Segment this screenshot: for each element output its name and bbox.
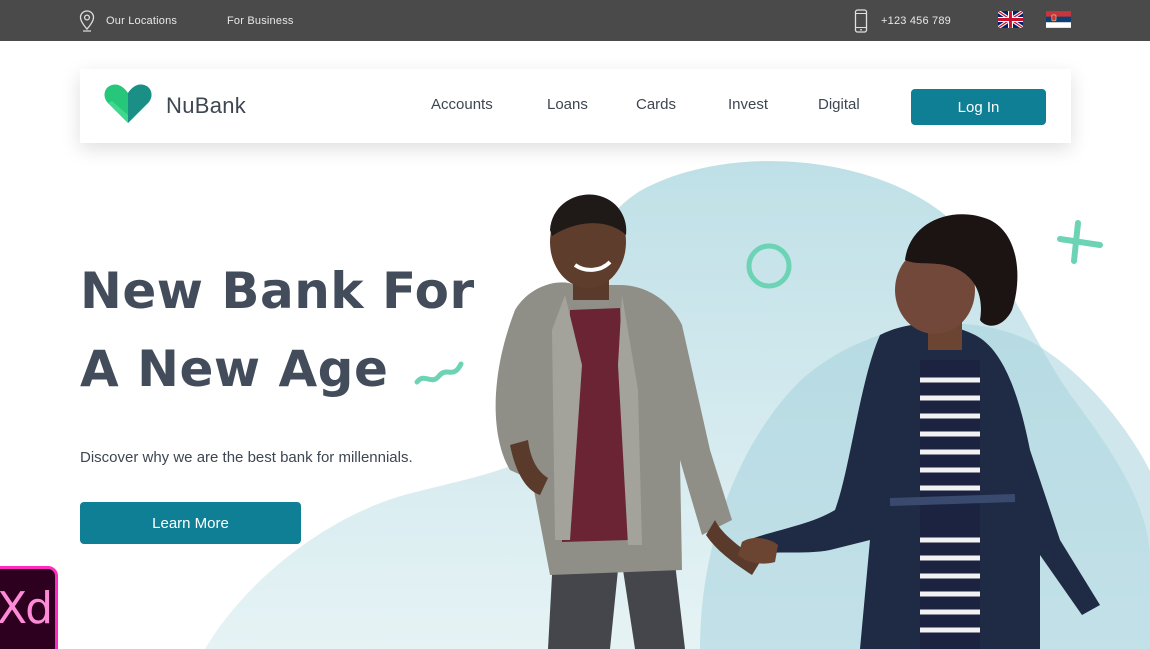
- nav-link-digital[interactable]: Digital: [818, 96, 860, 113]
- main-navbar: NuBank Accounts Loans Cards Invest Digit…: [80, 69, 1071, 143]
- login-button[interactable]: Log In: [911, 89, 1046, 125]
- nav-link-cards[interactable]: Cards: [636, 96, 676, 113]
- phone-contact[interactable]: +123 456 789: [854, 0, 951, 41]
- squiggle-decoration-icon: [414, 361, 464, 385]
- hero-subtitle: Discover why we are the best bank for mi…: [80, 449, 413, 466]
- business-label: For Business: [227, 14, 294, 27]
- locations-label: Our Locations: [106, 14, 178, 27]
- brand-logo-link[interactable]: NuBank: [102, 83, 246, 129]
- location-pin-icon: [79, 9, 95, 32]
- business-link[interactable]: For Business: [227, 0, 294, 41]
- nav-link-accounts[interactable]: Accounts: [431, 96, 493, 113]
- brand-name: NuBank: [166, 93, 247, 118]
- phone-number: +123 456 789: [881, 14, 951, 27]
- top-utility-bar: Our Locations For Business +123 456 789: [0, 0, 1150, 41]
- xd-badge-text: Xd: [0, 583, 53, 634]
- nav-link-loans[interactable]: Loans: [547, 96, 588, 113]
- locations-link[interactable]: Our Locations: [79, 0, 177, 41]
- circle-decoration-icon: [746, 243, 792, 289]
- plus-decoration-icon: [1057, 220, 1103, 264]
- nav-link-invest[interactable]: Invest: [728, 96, 768, 113]
- man-walking-image: [495, 194, 760, 649]
- nubank-logo-icon: [102, 81, 154, 132]
- learn-more-button[interactable]: Learn More: [80, 502, 301, 544]
- hero-title-line-2: A New Age: [80, 340, 389, 398]
- serbia-flag-icon[interactable]: [1046, 11, 1071, 28]
- uk-flag-icon[interactable]: [998, 11, 1023, 28]
- adobe-xd-badge-icon: Xd: [0, 566, 58, 649]
- hero-title-line-1: New Bank For: [80, 262, 475, 320]
- phone-icon: [854, 8, 868, 33]
